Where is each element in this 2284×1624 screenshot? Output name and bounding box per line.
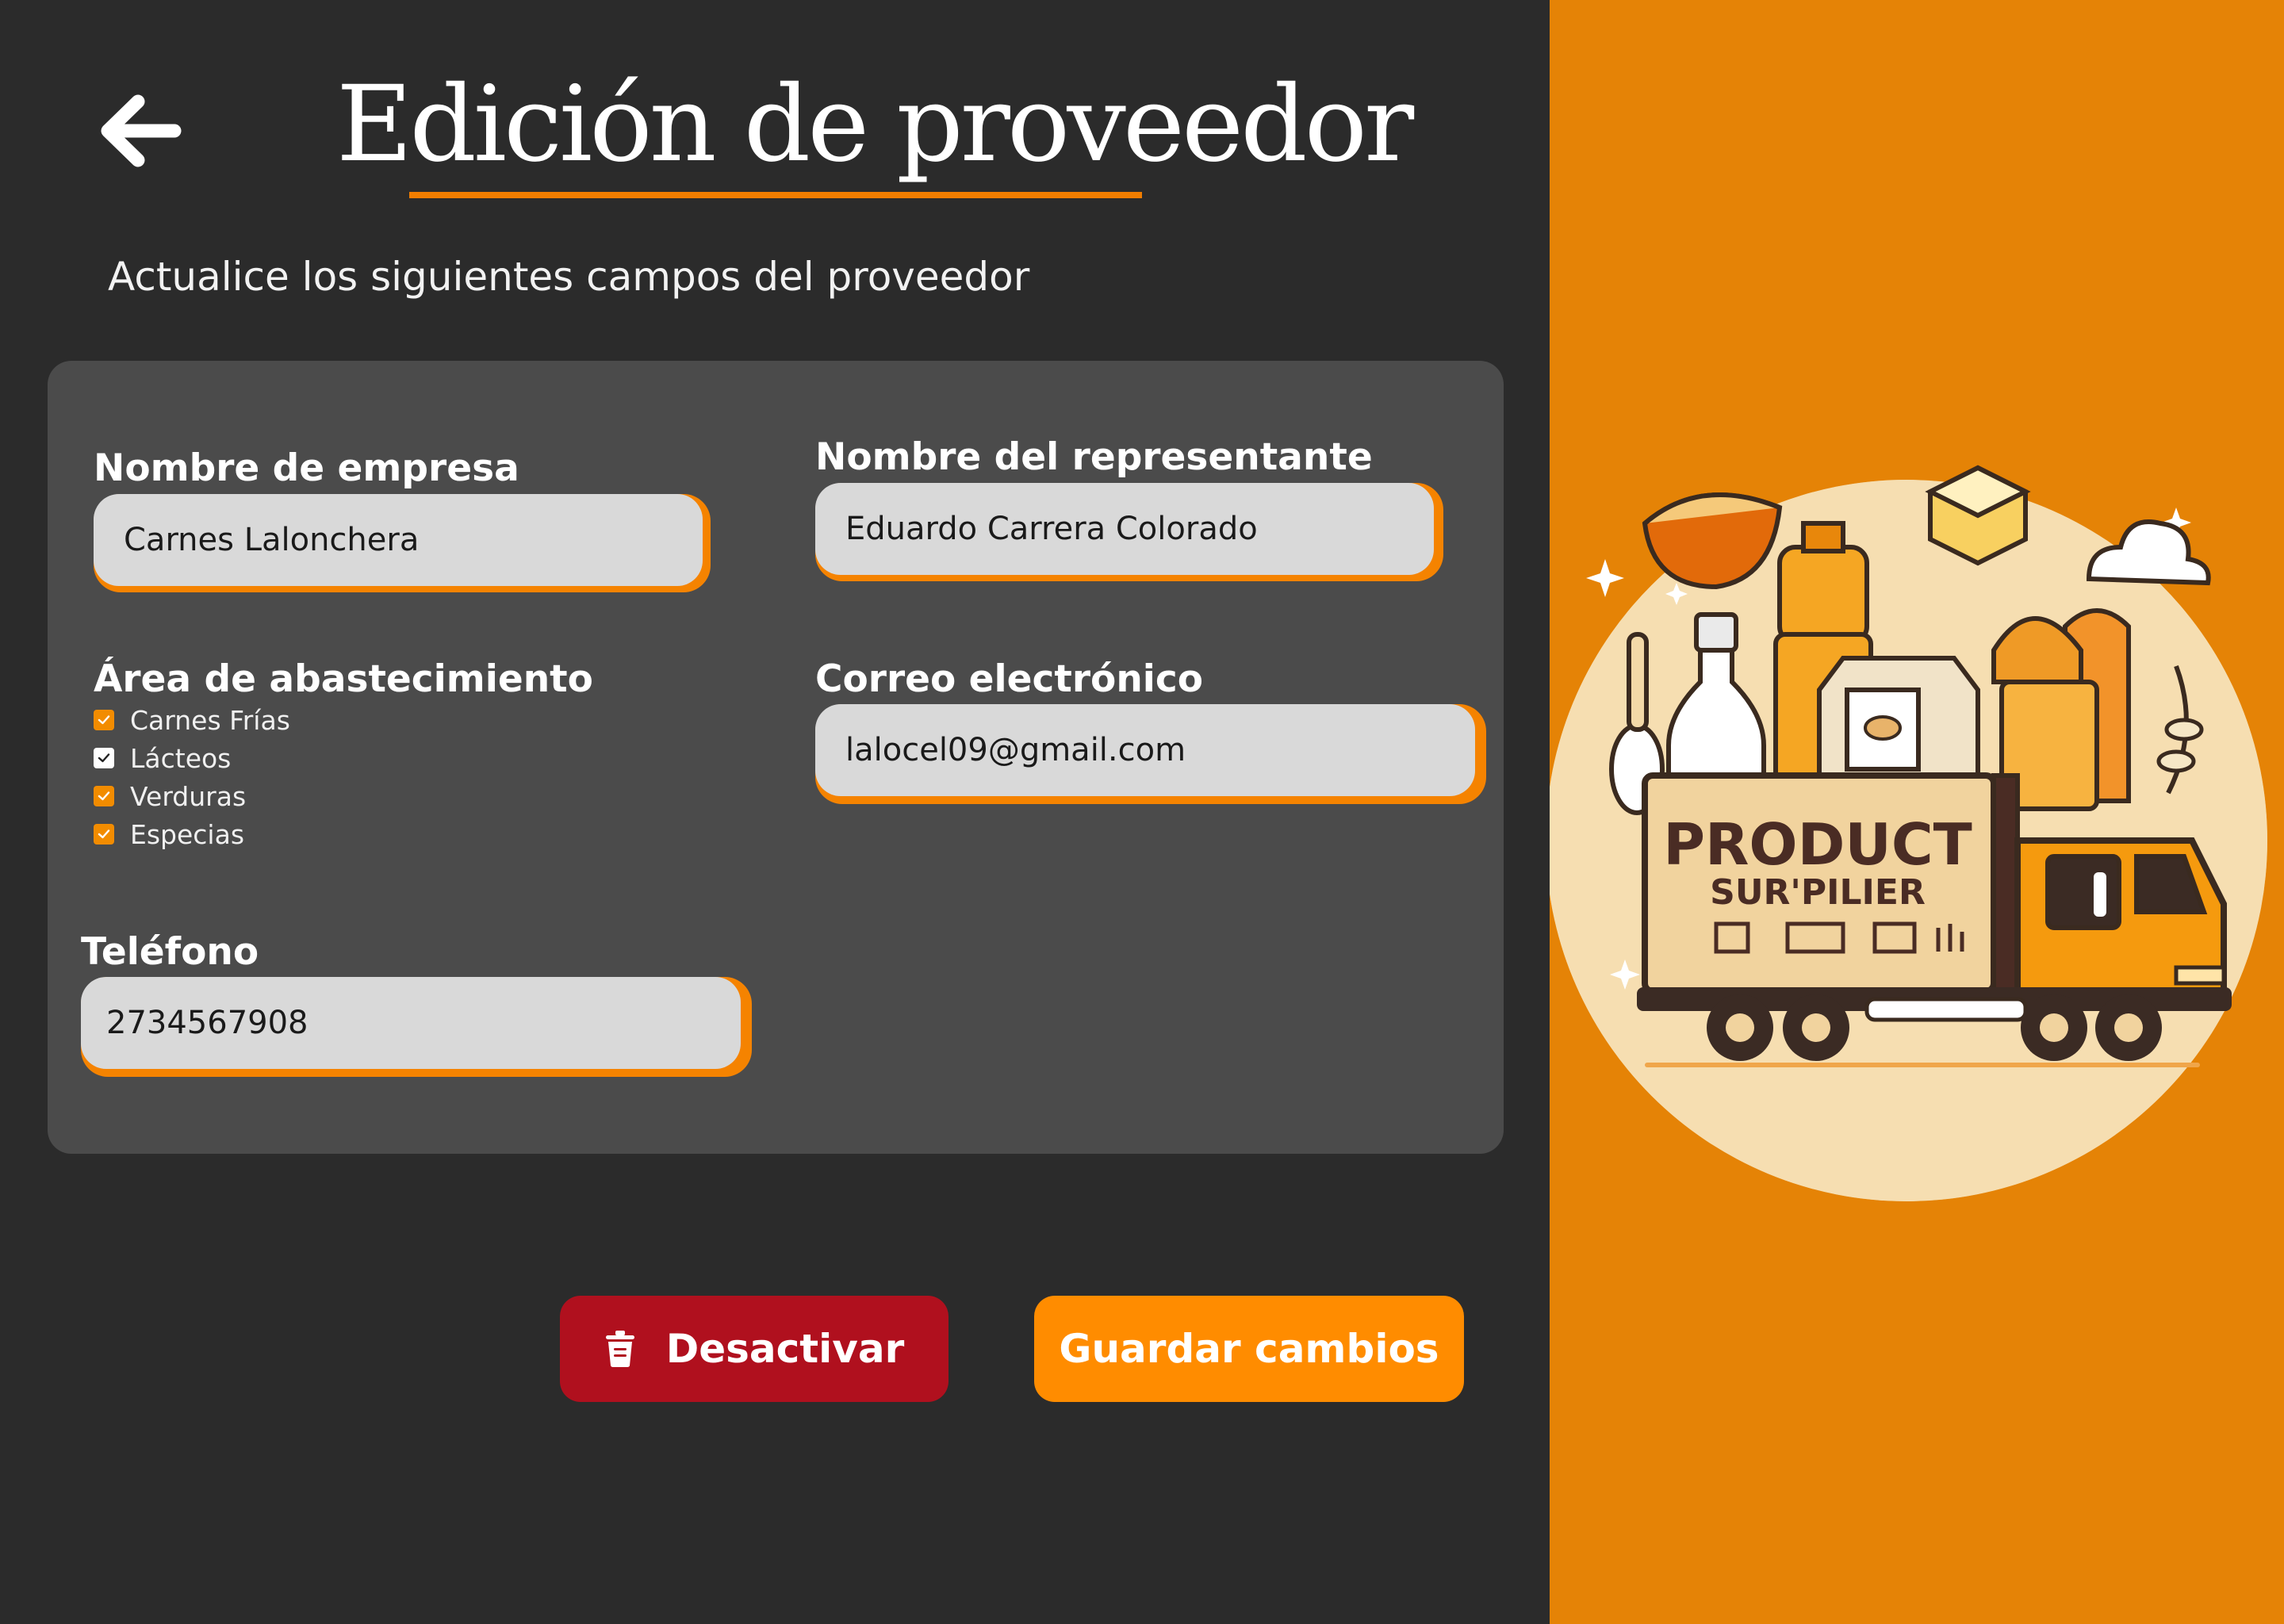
- truck-text-line1: PRODUCT: [1663, 811, 1972, 878]
- deactivate-button-label: Desactivar: [665, 1326, 905, 1372]
- email-input[interactable]: [815, 704, 1475, 796]
- checkbox-verduras[interactable]: Verduras: [94, 780, 246, 812]
- save-changes-button[interactable]: Guardar cambios: [1034, 1296, 1464, 1402]
- deactivate-button[interactable]: Desactivar: [560, 1296, 948, 1402]
- back-button[interactable]: [95, 87, 184, 174]
- illustration-panel: PRODUCT SUR'PILIER: [1550, 0, 2284, 1624]
- save-changes-button-label: Guardar cambios: [1059, 1326, 1439, 1372]
- page-title: Edición de proveedor: [336, 63, 1414, 186]
- checkbox-label: Especias: [130, 818, 245, 850]
- representative-name-label: Nombre del representante: [815, 435, 1373, 479]
- checkbox-checked-icon: [94, 786, 114, 806]
- trash-icon: [604, 1331, 636, 1367]
- main-panel: Edición de proveedor Actualice los sigui…: [0, 0, 1550, 1624]
- representative-name-input[interactable]: [815, 483, 1434, 575]
- checkbox-checked-icon: [94, 748, 114, 768]
- company-name-field-wrapper: [94, 494, 711, 592]
- checkbox-label: Lácteos: [130, 742, 232, 774]
- email-label: Correo electrónico: [815, 657, 1204, 701]
- checkbox-lacteos[interactable]: Lácteos: [94, 742, 231, 774]
- checkbox-carnes-frias[interactable]: Carnes Frías: [94, 704, 290, 736]
- checkbox-label: Verduras: [130, 780, 247, 812]
- phone-field-wrapper: [81, 977, 752, 1077]
- checkbox-checked-icon: [94, 710, 114, 730]
- page-subtitle: Actualice los siguientes campos del prov…: [108, 254, 1030, 300]
- company-name-input[interactable]: [94, 494, 703, 586]
- arrow-left-icon: [101, 94, 182, 167]
- company-name-label: Nombre de empresa: [94, 446, 519, 490]
- phone-input[interactable]: [81, 977, 741, 1069]
- representative-name-field-wrapper: [815, 483, 1443, 581]
- checkbox-especias[interactable]: Especias: [94, 818, 244, 850]
- truck-text-line2: SUR'PILIER: [1710, 872, 1926, 913]
- supply-area-label: Área de abastecimiento: [94, 657, 593, 701]
- title-underline: [409, 192, 1142, 198]
- product-supplier-truck-illustration: PRODUCT SUR'PILIER: [1550, 465, 2267, 1201]
- checkbox-checked-icon: [94, 824, 114, 845]
- phone-label: Teléfono: [81, 930, 259, 974]
- checkbox-label: Carnes Frías: [130, 704, 290, 736]
- email-field-wrapper: [815, 704, 1486, 804]
